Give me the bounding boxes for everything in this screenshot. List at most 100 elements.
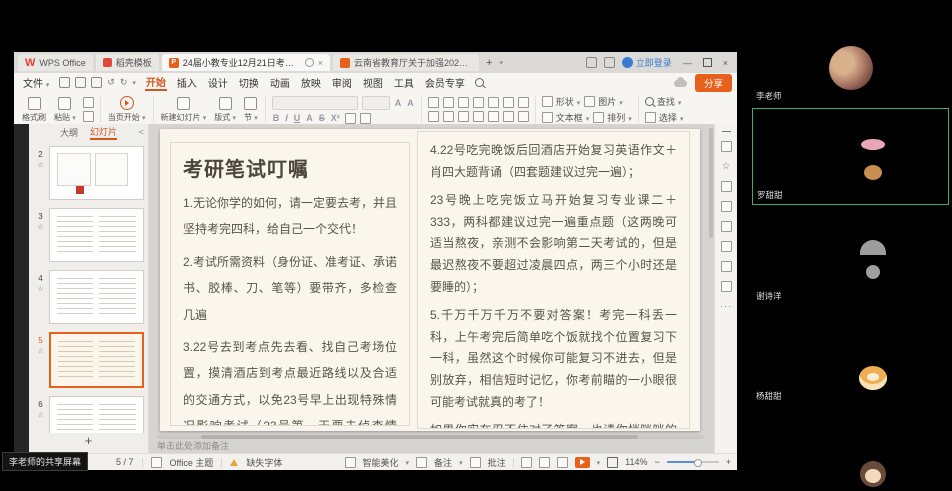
tab-slides[interactable]: 幻灯片 [90,125,117,140]
settings-icon[interactable] [604,57,615,68]
slide-thumbnail-3[interactable] [49,208,144,262]
normal-view-icon[interactable] [521,457,532,468]
vertical-align-icon[interactable] [503,111,514,122]
align-right-icon[interactable] [458,111,469,122]
tab-sync-icon[interactable] [305,58,314,67]
share-button[interactable]: 分享 [695,74,732,92]
participant-tile-speaking[interactable]: 罗甜甜 [752,108,949,205]
collapse-strip-icon[interactable] [722,131,731,132]
tab-list-chevron-icon[interactable] [499,57,503,68]
tab-close-icon[interactable]: × [318,58,323,68]
numbered-list-icon[interactable] [443,97,454,108]
format-painter-button[interactable]: 格式刷 [18,93,50,126]
new-tab-button[interactable]: + [482,57,496,69]
add-slide-button[interactable]: + [29,433,148,453]
zoom-in-button[interactable]: + [726,457,731,467]
qr-icon[interactable] [721,281,732,292]
more-icon[interactable]: ··· [720,301,732,311]
slide-thumbnail-4[interactable] [49,270,144,324]
properties-icon[interactable] [721,141,732,152]
new-slide-button[interactable]: 新建幻灯片 [157,93,211,126]
participant-tile[interactable]: 谢诗洋 [752,209,949,305]
notes-button[interactable]: 备注 [434,456,452,469]
superscript-button[interactable]: X² [330,113,341,123]
save-icon[interactable] [59,77,70,88]
cloud-sync-icon[interactable] [674,80,687,87]
zoom-slider-knob[interactable] [694,459,702,467]
menu-home[interactable]: 开始 [145,74,167,91]
undo-icon[interactable]: ↺ [107,77,115,88]
highlight-color-icon[interactable] [345,113,356,124]
close-button[interactable]: × [719,58,732,68]
decrease-indent-icon[interactable] [458,97,469,108]
copy-icon[interactable] [83,111,94,122]
menu-insert[interactable]: 插入 [176,75,198,90]
text-effect-button[interactable]: A [305,113,314,123]
shapes-panel-icon[interactable] [721,181,732,192]
login-button[interactable]: 立即登录 [622,56,672,69]
favorites-icon[interactable]: ☆ [722,161,731,172]
arrange-button[interactable]: 排列 [593,111,632,124]
menu-transition[interactable]: 切换 [238,75,260,90]
fullscreen-icon[interactable] [607,457,618,468]
text-direction-icon[interactable] [488,97,499,108]
increase-indent-icon[interactable] [473,97,484,108]
textbox-button[interactable]: 文本框 [542,111,590,124]
slide-thumbnail-6[interactable] [49,396,144,433]
font-color-icon[interactable] [360,113,371,124]
participant-tile[interactable]: 李老师 [752,31,949,105]
theme-label[interactable]: Office 主题 [170,456,214,469]
zoom-out-button[interactable]: − [654,457,659,467]
participant-tile[interactable]: 杨甜甜 [752,309,949,405]
slide-textbox-left[interactable]: 考研笔试叮嘱 1.无论你学的如何，请一定要去考，并且坚持考完四科，给自己一个交代… [170,142,410,426]
cut-icon[interactable] [83,97,94,108]
picture-button[interactable]: 图片 [584,95,623,108]
preview-icon[interactable] [91,77,102,88]
image-panel-icon[interactable] [721,201,732,212]
tab-docer-templates[interactable]: 稻壳模板 [96,54,159,71]
layout-button[interactable]: 版式 [210,93,240,126]
line-spacing-icon[interactable] [503,97,514,108]
menu-member[interactable]: 会员专享 [424,75,466,90]
panel-collapse-icon[interactable]: < [139,127,144,137]
help-icon[interactable] [721,261,732,272]
zoom-level[interactable]: 114% [625,457,647,467]
restore-button[interactable] [703,58,712,67]
slideshow-play-button[interactable] [575,457,590,468]
redo-icon[interactable]: ↻ [120,77,128,88]
columns-icon[interactable] [518,97,529,108]
participant-tile[interactable] [752,409,949,491]
slide-textbox-right[interactable]: 4.22号吃完晚饭后回酒店开始复习英语作文＋肖四大题背诵（四套题建议过完一遍）；… [417,131,690,429]
notes-placeholder[interactable]: 单击此处添加备注 [157,439,229,452]
cutout-icon[interactable] [721,221,732,232]
smart-beautify-button[interactable]: 智能美化 [363,456,399,469]
menu-slideshow[interactable]: 放映 [300,75,322,90]
vertical-scrollbar[interactable] [709,128,713,238]
tab-presentation-active[interactable]: P 24届小教专业12月21日考研班 × [162,54,330,71]
menu-view[interactable]: 视图 [362,75,384,90]
print-icon[interactable] [75,77,86,88]
comments-button[interactable]: 批注 [488,456,506,469]
chevron-down-icon[interactable] [597,457,601,467]
align-center-icon[interactable] [443,111,454,122]
decrease-font-button[interactable]: A [406,98,415,108]
search-icon[interactable] [475,78,484,87]
tab-outline[interactable]: 大纲 [60,126,78,139]
play-from-current-button[interactable]: 当页开始 [104,93,150,126]
menu-design[interactable]: 设计 [207,75,229,90]
increase-font-button[interactable]: A [394,98,403,108]
menu-tools[interactable]: 工具 [393,75,415,90]
section-button[interactable]: 节 [240,93,262,126]
align-left-icon[interactable] [428,111,439,122]
menu-review[interactable]: 审阅 [331,75,353,90]
underline-button[interactable]: U [293,113,302,123]
reading-view-icon[interactable] [557,457,568,468]
sorter-view-icon[interactable] [539,457,550,468]
horizontal-scrollbar[interactable] [157,435,704,439]
tab-wps-home[interactable]: W WPS Office [18,54,93,71]
tab-document[interactable]: 云南省教育厅关于加强2024年硕士研 [333,54,479,71]
menu-animation[interactable]: 动画 [269,75,291,90]
minimize-button[interactable]: — [679,58,696,68]
split-view-icon[interactable] [586,57,597,68]
autofit-icon[interactable] [518,111,529,122]
